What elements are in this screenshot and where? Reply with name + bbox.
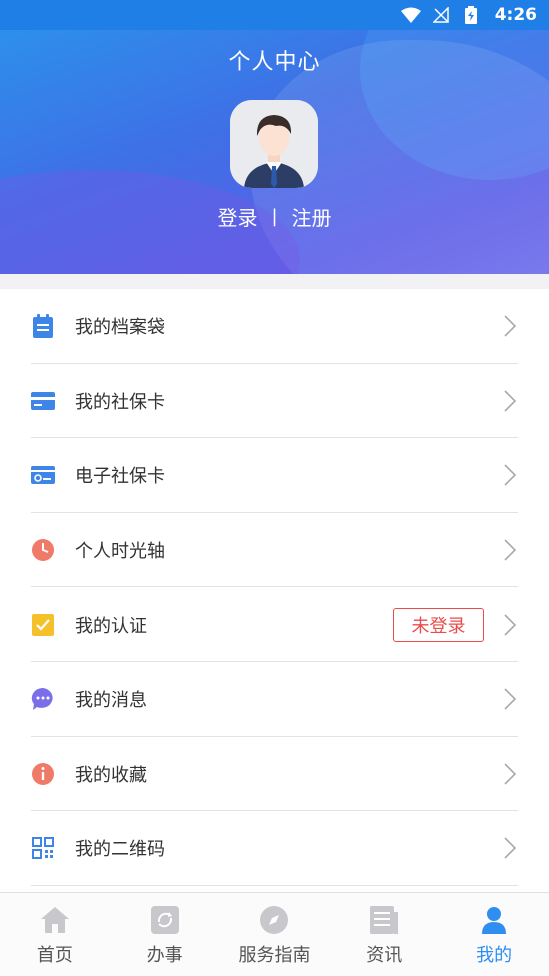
chevron-right-icon: [504, 315, 517, 337]
battery-icon: [461, 6, 481, 24]
chevron-right-icon: [504, 688, 517, 710]
chevron-right-icon: [504, 763, 517, 785]
menu-list: 我的档案袋 我的社保卡 电子社保卡 个人时光轴 我的认证 未登录 我的消息 我的…: [0, 289, 549, 892]
qrcode-icon: [31, 836, 55, 860]
chevron-right-icon: [504, 614, 517, 636]
bottom-tab-bar: 首页 办事 服务指南 资讯 我的: [0, 892, 549, 976]
tab-label: 我的: [476, 945, 513, 966]
status-bar: 4:26: [0, 0, 549, 30]
chevron-right-icon: [504, 464, 517, 487]
profile-header: 个人中心 登录 | 注册: [0, 0, 549, 274]
tab-affairs[interactable]: 办事: [110, 893, 220, 976]
info-icon: [31, 762, 55, 786]
auth-links: 登录 | 注册: [0, 202, 549, 231]
menu-item-messages[interactable]: 我的消息: [0, 662, 549, 737]
clipboard-icon: [31, 314, 55, 339]
menu-item-social-card[interactable]: 我的社保卡: [0, 364, 549, 439]
menu-item-label: 我的档案袋: [75, 317, 165, 339]
wifi-icon: [400, 6, 421, 24]
menu-item-verification[interactable]: 我的认证 未登录: [0, 587, 549, 662]
tab-home[interactable]: 首页: [0, 893, 110, 976]
menu-item-label: 电子社保卡: [75, 466, 165, 488]
menu-item-archive[interactable]: 我的档案袋: [0, 289, 549, 364]
tab-service-guide[interactable]: 服务指南: [220, 893, 330, 976]
menu-item-label: 我的二维码: [75, 839, 165, 861]
menu-item-label: 个人时光轴: [75, 541, 165, 563]
menu-item-label: 我的收藏: [75, 764, 147, 786]
news-icon: [369, 905, 399, 935]
tab-mine[interactable]: 我的: [439, 893, 549, 976]
card-icon: [31, 389, 55, 413]
auth-separator: |: [271, 206, 278, 227]
menu-item-favorites[interactable]: 我的收藏: [0, 737, 549, 812]
menu-item-qrcode[interactable]: 我的二维码: [0, 811, 549, 886]
login-link[interactable]: 登录: [217, 202, 257, 231]
no-signal-icon: [431, 6, 451, 24]
divider: [31, 884, 518, 886]
home-icon: [40, 905, 70, 935]
menu-item-e-social-card[interactable]: 电子社保卡: [0, 438, 549, 513]
compass-icon: [259, 905, 289, 935]
register-link[interactable]: 注册: [292, 202, 332, 231]
avatar[interactable]: [230, 100, 318, 188]
menu-item-label: 我的消息: [75, 690, 147, 712]
clock: 4:26: [494, 5, 537, 25]
chevron-right-icon: [504, 539, 517, 561]
refresh-icon: [150, 905, 180, 935]
menu-item-timeline[interactable]: 个人时光轴: [0, 513, 549, 588]
user-icon: [479, 905, 509, 935]
page-title: 个人中心: [228, 50, 321, 75]
tab-label: 首页: [36, 945, 73, 966]
ecard-icon: [31, 463, 55, 487]
chevron-right-icon: [504, 837, 517, 860]
checkbox-icon: [31, 613, 55, 637]
tab-label: 办事: [146, 945, 183, 966]
tab-label: 资讯: [366, 945, 403, 966]
menu-item-label: 我的社保卡: [75, 391, 165, 413]
tab-label: 服务指南: [238, 945, 311, 966]
chevron-right-icon: [504, 390, 517, 412]
tab-news[interactable]: 资讯: [329, 893, 439, 976]
chat-icon: [31, 687, 55, 711]
status-badge: 未登录: [393, 607, 484, 642]
clock-icon: [31, 538, 55, 562]
